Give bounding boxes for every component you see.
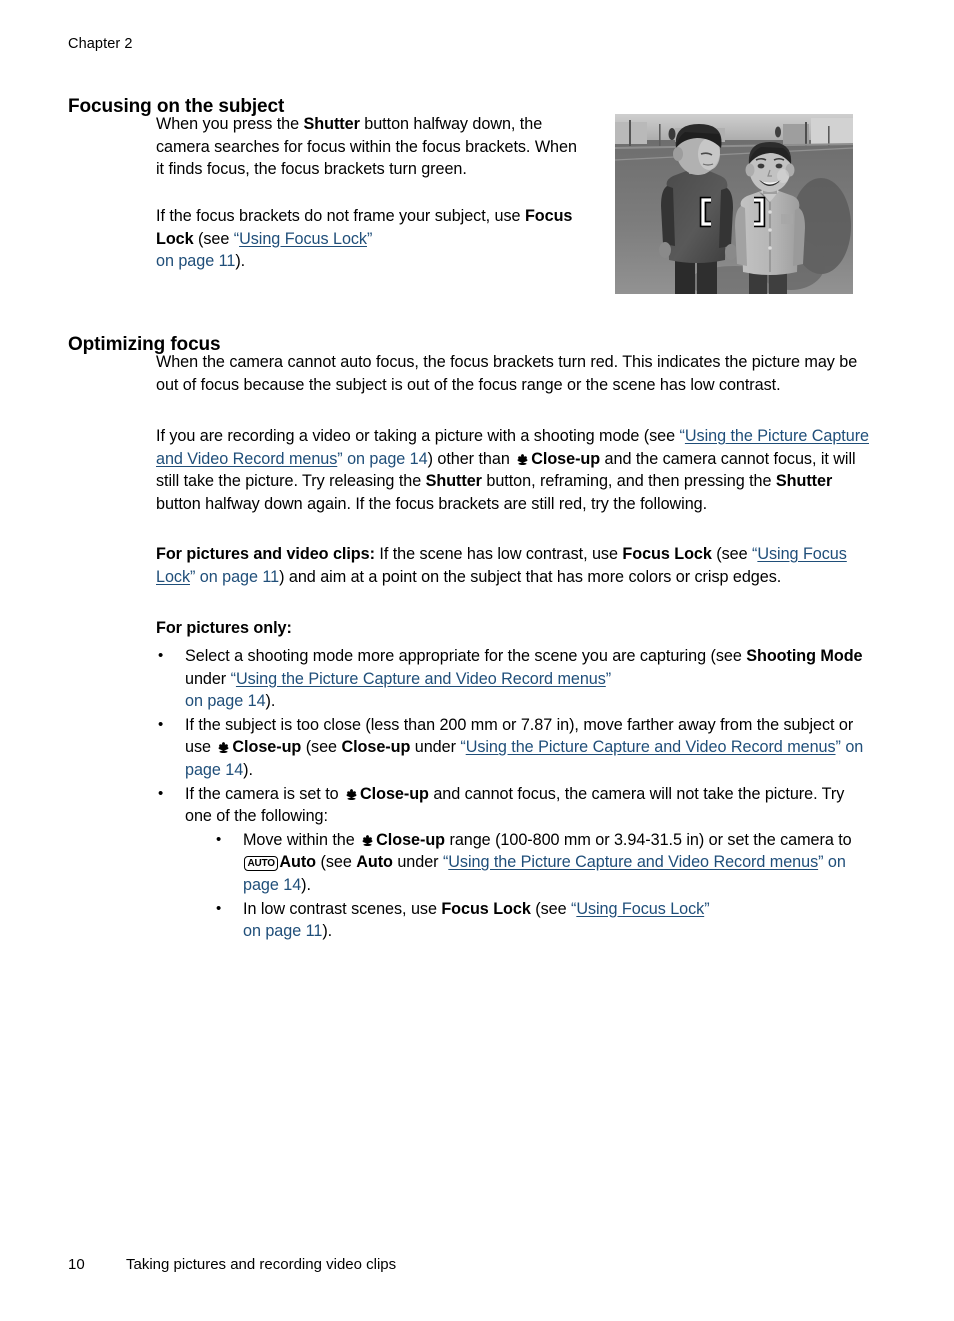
text-run: range (100-800 mm or 3.94-31.5 in) or se…: [445, 830, 852, 849]
quote-close: ”: [366, 229, 373, 248]
label-for-pictures-only: For pictures only:: [156, 619, 292, 637]
closeup-flower-icon: [360, 833, 375, 847]
bold-shutter: Shutter: [303, 115, 360, 133]
label-for-pictures-and-video-clips: For pictures and video clips:: [156, 545, 375, 563]
text-run: Select a shooting mode more appropriate …: [185, 647, 747, 665]
text-run: button, reframing, and then pressing the: [481, 472, 776, 491]
bold-close-up: Close-up: [376, 830, 446, 849]
text-run: (see: [711, 545, 753, 563]
paragraph-focus-intro: When you press the Shutter button halfwa…: [156, 113, 586, 181]
link-page-reference[interactable]: on page 11: [195, 568, 279, 586]
auto-mode-icon: AUTO: [244, 856, 279, 872]
text-run: ) other than: [427, 449, 515, 468]
closeup-flower-icon: [344, 787, 359, 801]
link-page-reference[interactable]: on page 14: [343, 450, 428, 468]
text-run: ).: [243, 760, 253, 779]
text-run: (see: [530, 899, 571, 918]
link-page-reference[interactable]: on page 14: [185, 692, 266, 710]
paragraph-for-pictures-only: For pictures only:: [156, 617, 871, 640]
quote-close: ”: [704, 899, 710, 918]
text-run: If you are recording a video or taking a…: [156, 427, 680, 445]
text-run: In low contrast scenes, use: [243, 899, 442, 918]
text-run: ).: [235, 252, 246, 271]
list-item: • Select a shooting mode more appropriate…: [156, 645, 871, 713]
bold-shooting-mode: Shooting Mode: [746, 647, 863, 665]
closeup-flower-icon: [216, 740, 231, 754]
text-run: If the scene has low contrast, use: [374, 545, 623, 563]
link-page-reference[interactable]: on page 11: [156, 252, 235, 270]
text-run: button halfway down again. If the focus …: [156, 494, 708, 513]
paragraph-text: When the camera cannot auto focus, the f…: [156, 353, 858, 394]
footer-section-title: Taking pictures and recording video clip…: [126, 1256, 397, 1273]
paragraph-focus-lock-hint: If the focus brackets do not frame your …: [156, 205, 586, 273]
text-run: under: [185, 669, 231, 688]
bullet-marker: •: [216, 830, 222, 848]
link-using-picture-capture-video-record-menus[interactable]: Using the Picture Capture and Video Reco…: [448, 853, 818, 871]
nested-bullet-list: • Move within the Close-up range (100-800…: [185, 829, 871, 943]
list-item: • If the subject is too close (less than …: [156, 714, 871, 782]
link-using-focus-lock[interactable]: Using Focus Lock: [239, 230, 367, 248]
list-item: • In low contrast scenes, use Focus Lock …: [214, 898, 871, 943]
bullet-marker: •: [158, 715, 164, 733]
paragraph-text: For pictures only:: [156, 617, 871, 640]
list-item: • Move within the Close-up range (100-800…: [214, 829, 871, 897]
text-run: Move within the: [243, 830, 360, 849]
bold-focus-lock: Focus Lock: [441, 899, 531, 918]
bullet-list-for-pictures-only: • Select a shooting mode more appropriate…: [156, 645, 871, 944]
footer-page-number: 10: [68, 1256, 85, 1273]
text-run: under: [392, 853, 443, 872]
text-run: under: [410, 738, 461, 757]
text-run: (see: [301, 738, 342, 757]
bold-shutter: Shutter: [425, 472, 482, 491]
bullet-marker: •: [158, 784, 164, 802]
paragraph-text: If the focus brackets do not frame your …: [156, 205, 586, 273]
text-run: ).: [322, 922, 333, 941]
bold-close-up: Close-up: [531, 449, 601, 468]
link-page-reference[interactable]: on page 11: [243, 922, 322, 940]
paragraph-optimizing-intro: When the camera cannot auto focus, the f…: [156, 351, 871, 396]
text-run: If the focus brackets do not frame your …: [156, 207, 525, 225]
bold-shutter: Shutter: [775, 472, 833, 491]
text-run: (see: [193, 229, 234, 248]
link-using-picture-capture-video-record-menus[interactable]: Using the Picture Capture and Video Reco…: [466, 738, 836, 756]
text-run: ).: [265, 692, 276, 711]
bullet-marker: •: [216, 899, 222, 917]
bold-auto: Auto: [356, 853, 393, 872]
bold-close-up: Close-up: [360, 784, 429, 803]
paragraph-text: When you press the Shutter button halfwa…: [156, 113, 586, 181]
paragraph-text: For pictures and video clips: If the sce…: [156, 543, 871, 588]
chapter-header: Chapter 2: [68, 36, 133, 52]
list-item: • If the camera is set to Close-up and ca…: [156, 783, 871, 943]
page-footer: 10 Taking pictures and recording video cl…: [68, 1255, 396, 1275]
link-using-picture-capture-video-record-menus[interactable]: Using the Picture Capture and Video Reco…: [236, 670, 606, 688]
text-run: (see: [316, 853, 357, 872]
link-using-focus-lock[interactable]: Using Focus Lock: [576, 900, 704, 918]
photo-two-boys-focus-brackets: [615, 114, 853, 294]
paragraph-text: If you are recording a video or taking a…: [156, 425, 871, 515]
text-run: When you press the: [156, 115, 304, 133]
bold-close-up: Close-up: [341, 738, 411, 757]
closeup-flower-icon: [515, 452, 530, 466]
bullet-marker: •: [158, 647, 164, 664]
bold-focus-lock: Focus Lock: [622, 545, 712, 563]
photo-image: [615, 114, 853, 294]
document-page: Chapter 2 Focusing on the subject When y…: [0, 0, 954, 1321]
bold-close-up: Close-up: [232, 738, 302, 757]
text-run: ).: [301, 875, 311, 894]
text-run: ) and aim at a point on the subject that…: [279, 567, 782, 586]
paragraph-shooting-mode: If you are recording a video or taking a…: [156, 425, 871, 515]
quote-close: ”: [605, 669, 612, 688]
paragraph-pictures-and-video-clips: For pictures and video clips: If the sce…: [156, 543, 871, 588]
text-run: If the camera is set to: [185, 784, 344, 803]
bold-auto: Auto: [279, 853, 317, 872]
